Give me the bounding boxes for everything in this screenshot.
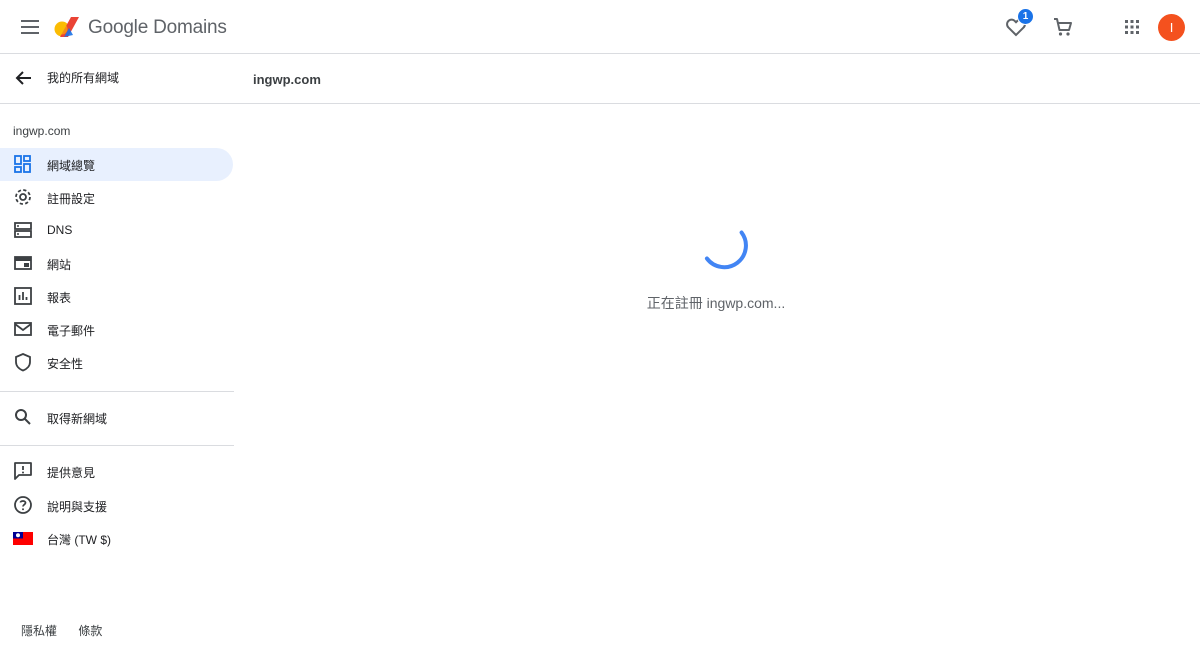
sidebar-item-label: 註冊設定 (47, 192, 96, 206)
feedback-icon (14, 462, 32, 480)
sidebar-item-email[interactable]: 電子郵件 (0, 313, 233, 346)
sidebar-item-label: 網站 (47, 258, 72, 272)
shield-icon (15, 353, 31, 372)
terms-link[interactable]: 條款 (78, 624, 102, 638)
sidebar-item-label: 取得新網域 (47, 412, 108, 426)
sidebar: 我的所有網域 ingwp.com 網域總覽 註冊設定 DNS 網站 報表 電子郵… (0, 54, 234, 658)
loading-status-text: 正在註冊 ingwp.com... (646, 295, 786, 311)
arrow-back-icon (15, 71, 31, 85)
website-icon (14, 256, 32, 270)
sidebar-item-help[interactable]: 說明與支援 (0, 489, 233, 522)
sidebar-item-dns[interactable]: DNS (0, 214, 233, 247)
search-icon (15, 409, 31, 425)
page-title: ingwp.com (253, 72, 321, 87)
sidebar-item-label: DNS (47, 223, 73, 237)
sidebar-item-get-new-domain[interactable]: 取得新網域 (0, 401, 233, 434)
apps-grid-icon (1125, 20, 1139, 34)
sidebar-item-security[interactable]: 安全性 (0, 346, 233, 379)
privacy-link[interactable]: 隱私權 (21, 624, 57, 638)
dashboard-icon (14, 155, 31, 173)
sidebar-divider (0, 391, 234, 392)
sidebar-item-label: 網域總覽 (47, 159, 96, 173)
sidebar-item-label: 說明與支援 (47, 500, 108, 514)
google-domains-logo-icon[interactable] (54, 16, 80, 40)
top-app-bar: Google Domains 1 I (0, 0, 1200, 54)
apps-button[interactable] (1120, 15, 1144, 39)
help-icon (14, 496, 32, 514)
back-to-all-domains[interactable]: 我的所有網域 (0, 54, 234, 104)
shopping-cart-icon (1054, 18, 1072, 36)
account-avatar[interactable]: I (1158, 14, 1185, 41)
gear-icon (15, 189, 31, 205)
sidebar-footer: 隱私權 條款 (21, 622, 120, 639)
sidebar-item-label: 台灣 (TW $) (47, 533, 111, 547)
sidebar-item-label: 電子郵件 (47, 324, 96, 338)
sidebar-item-label: 提供意見 (47, 466, 96, 480)
sidebar-item-registration-settings[interactable]: 註冊設定 (0, 181, 233, 214)
menu-button[interactable] (18, 15, 42, 39)
cart-button[interactable] (1051, 15, 1075, 39)
sidebar-item-overview[interactable]: 網域總覽 (0, 148, 233, 181)
sidebar-item-region[interactable]: 台灣 (TW $) (0, 522, 233, 555)
sidebar-item-website[interactable]: 網站 (0, 247, 233, 280)
current-domain-label: ingwp.com (13, 124, 71, 138)
sidebar-item-feedback[interactable]: 提供意見 (0, 455, 233, 488)
loading-spinner-icon (704, 230, 748, 270)
main-header: ingwp.com (234, 54, 1200, 104)
mail-icon (14, 322, 32, 336)
back-label: 我的所有網域 (47, 71, 120, 85)
hamburger-menu-icon (21, 20, 39, 34)
brand-title[interactable]: Google Domains (88, 17, 227, 39)
favorites-count-badge: 1 (1017, 8, 1034, 25)
taiwan-flag-icon (13, 532, 33, 545)
sidebar-divider (0, 445, 234, 446)
sidebar-item-label: 安全性 (47, 357, 84, 371)
dns-icon (14, 222, 32, 238)
